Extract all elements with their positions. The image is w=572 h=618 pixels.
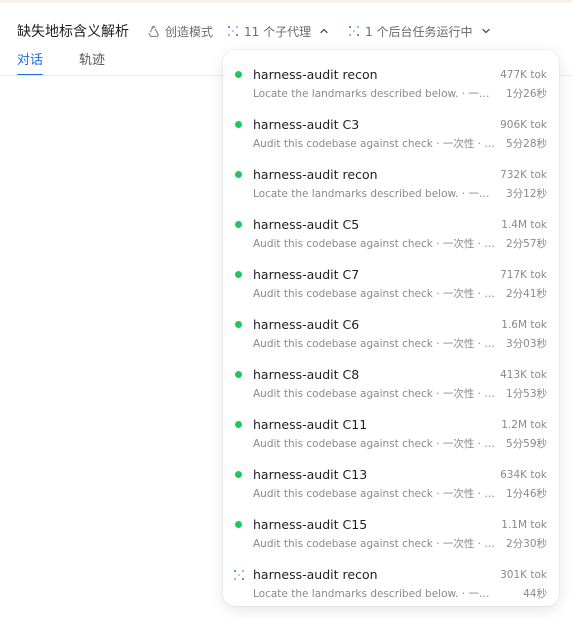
page-title: 缺失地标含义解析: [17, 24, 129, 40]
mode-indicator[interactable]: 创造模式: [147, 23, 213, 40]
elapsed-time: 1分46秒: [505, 488, 547, 500]
subagent-item[interactable]: harness-audit C11 Audit this codebase ag…: [223, 406, 559, 456]
subagent-item[interactable]: harness-audit recon Locate the landmarks…: [223, 156, 559, 206]
header-title-row: 缺失地标含义解析 创造模式 11 个子代理 1 个后台任务运行中: [17, 20, 510, 42]
subagent-description: Audit this codebase against check · 一次性 …: [253, 238, 495, 250]
subagent-description: Audit this codebase against check · 一次性 …: [253, 138, 495, 150]
subagent-description: Locate the landmarks described below. · …: [253, 588, 495, 600]
subagent-name: harness-audit recon: [253, 67, 378, 82]
subagent-item[interactable]: harness-audit C15 Audit this codebase ag…: [223, 506, 559, 556]
status-dot: [235, 271, 242, 278]
subagents-toggle[interactable]: 11 个子代理: [227, 23, 334, 40]
subagent-item[interactable]: harness-audit C13 Audit this codebase ag…: [223, 456, 559, 506]
subagent-name: harness-audit C13: [253, 467, 368, 482]
elapsed-time: 2分57秒: [505, 238, 547, 250]
status-dot: [235, 171, 242, 178]
status-dot: [235, 221, 242, 228]
elapsed-time: 3分03秒: [505, 338, 547, 350]
background-tasks-label: 1 个后台任务运行中: [365, 24, 473, 39]
token-count: 634K tok: [500, 469, 547, 481]
background-tasks-toggle[interactable]: 1 个后台任务运行中: [348, 23, 495, 40]
subagents-label: 11 个子代理: [244, 24, 312, 39]
view-tabs: 对话 轨迹: [17, 49, 141, 76]
token-count: 717K tok: [500, 269, 547, 281]
status-dot: [235, 471, 242, 478]
elapsed-time: 2分41秒: [505, 288, 547, 300]
elapsed-time: 3分12秒: [505, 188, 547, 200]
task-grid-icon: [349, 26, 360, 36]
token-count: 1.4M tok: [501, 219, 547, 231]
subagent-description: Locate the landmarks described below. · …: [253, 188, 495, 200]
token-count: 732K tok: [500, 169, 547, 181]
elapsed-time: 1分53秒: [505, 388, 547, 400]
status-dot: [235, 121, 242, 128]
subagent-name: harness-audit C6: [253, 317, 360, 332]
mode-label: 创造模式: [165, 24, 214, 39]
elapsed-time: 1分26秒: [505, 88, 547, 100]
tab-conversation[interactable]: 对话: [17, 49, 44, 76]
token-count: 301K tok: [500, 569, 547, 581]
chevron-up-icon: [319, 26, 334, 36]
chevron-down-icon: [481, 26, 496, 36]
subagent-description: Audit this codebase against check · 一次性 …: [253, 538, 495, 550]
tab-trajectory[interactable]: 轨迹: [79, 49, 105, 75]
status-dot: [235, 521, 242, 528]
token-count: 413K tok: [500, 369, 547, 381]
subagent-description: Audit this codebase against check · 一次性 …: [253, 338, 495, 350]
recycle-icon: [148, 25, 159, 37]
subagent-description: Locate the landmarks described below. · …: [253, 88, 495, 100]
token-count: 906K tok: [500, 119, 547, 131]
subagent-item[interactable]: harness-audit recon Locate the landmarks…: [223, 56, 559, 106]
subagent-name: harness-audit C15: [253, 517, 368, 532]
subagent-grid-icon: [228, 26, 239, 36]
subagent-name: harness-audit C11: [253, 417, 368, 432]
subagent-name: harness-audit C8: [253, 367, 360, 382]
elapsed-time: 5分28秒: [505, 138, 547, 150]
subagent-item[interactable]: harness-audit C6 Audit this codebase aga…: [223, 306, 559, 356]
status-dot: [235, 371, 242, 378]
subagent-item[interactable]: harness-audit recon Locate the landmarks…: [223, 556, 559, 606]
status-dot: [235, 421, 242, 428]
elapsed-time: 5分59秒: [505, 438, 547, 450]
elapsed-time: 44秒: [523, 588, 547, 600]
subagent-item[interactable]: harness-audit C5 Audit this codebase aga…: [223, 206, 559, 256]
subagent-description: Audit this codebase against check · 一次性 …: [253, 288, 495, 300]
token-count: 1.2M tok: [501, 419, 547, 431]
token-count: 1.6M tok: [501, 319, 547, 331]
token-count: 477K tok: [500, 69, 547, 81]
subagent-description: Audit this codebase against check · 一次性 …: [253, 388, 495, 400]
subagent-name: harness-audit recon: [253, 567, 378, 582]
token-count: 1.1M tok: [501, 519, 547, 531]
status-dot: [235, 71, 242, 78]
running-spinner-icon: [234, 570, 244, 580]
status-dot: [235, 321, 242, 328]
subagent-description: Audit this codebase against check · 一次性 …: [253, 438, 495, 450]
subagents-dropdown: harness-audit recon Locate the landmarks…: [223, 50, 559, 606]
subagent-name: harness-audit recon: [253, 167, 378, 182]
subagent-item[interactable]: harness-audit C8 Audit this codebase aga…: [223, 356, 559, 406]
subagent-name: harness-audit C3: [253, 117, 360, 132]
subagent-name: harness-audit C5: [253, 217, 360, 232]
subagent-description: Audit this codebase against check · 一次性 …: [253, 488, 495, 500]
elapsed-time: 2分30秒: [505, 538, 547, 550]
subagent-item[interactable]: harness-audit C3 Audit this codebase aga…: [223, 106, 559, 156]
subagent-name: harness-audit C7: [253, 267, 360, 282]
subagent-item[interactable]: harness-audit C7 Audit this codebase aga…: [223, 256, 559, 306]
